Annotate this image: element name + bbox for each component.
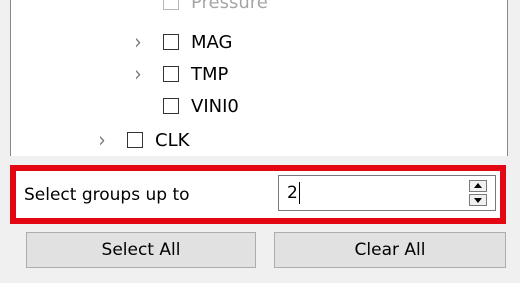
select-groups-spinbox[interactable]: 2 (278, 175, 496, 211)
spinbox-value: 2 (287, 183, 298, 203)
checkbox-clk[interactable] (127, 132, 143, 148)
tree-item-mag[interactable]: › MAG (131, 28, 232, 56)
clear-all-button[interactable]: Clear All (274, 232, 506, 268)
checkbox-tmp[interactable] (163, 66, 179, 82)
tree-item-label: VINI0 (191, 95, 239, 117)
checkbox[interactable] (163, 0, 179, 10)
select-groups-label: Select groups up to (24, 185, 190, 205)
spin-down-arrow-icon[interactable] (469, 194, 487, 206)
checkbox-mag[interactable] (163, 34, 179, 50)
chevron-right-icon[interactable]: › (95, 127, 109, 152)
tree-item-vini0[interactable]: › VINI0 (131, 92, 239, 120)
text-caret (298, 182, 300, 204)
tree-item-label: MAG (191, 31, 233, 53)
tree-item-tmp[interactable]: › TMP (131, 60, 228, 88)
spinner-controls[interactable] (469, 180, 487, 206)
tree-item-label: TMP (191, 63, 229, 85)
spin-up-arrow-icon[interactable] (469, 180, 487, 192)
select-all-button[interactable]: Select All (26, 232, 256, 268)
chevron-right-icon[interactable]: › (131, 29, 145, 54)
tree-item-clk[interactable]: › CLK (95, 126, 189, 154)
checkbox-vini0[interactable] (163, 98, 179, 114)
tree-item-label: CLK (155, 129, 190, 151)
group-tree: › Pressure › MAG › TMP › VINI0 › CLK (10, 0, 508, 156)
select-groups-highlight: Select groups up to 2 (10, 165, 506, 224)
tree-item-label: Pressure (191, 0, 268, 13)
tree-item-partial[interactable]: › Pressure (131, 0, 268, 16)
chevron-right-icon[interactable]: › (131, 61, 145, 86)
